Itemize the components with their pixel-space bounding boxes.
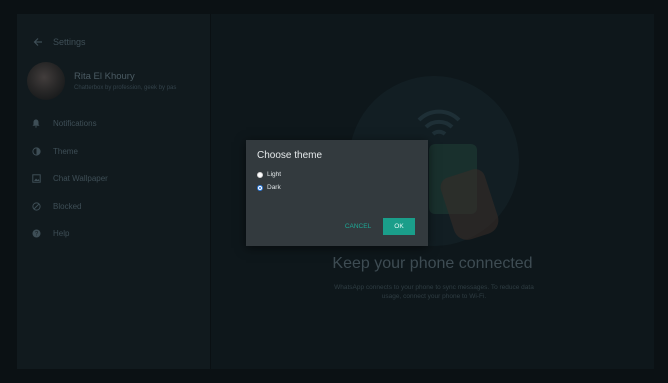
radio-dark[interactable]	[257, 184, 263, 191]
radio-label-light: Light	[267, 171, 282, 178]
cancel-button[interactable]: CANCEL	[342, 219, 374, 234]
ok-button[interactable]: OK	[383, 218, 415, 235]
radio-light[interactable]	[257, 171, 263, 178]
theme-option-dark[interactable]: Dark	[257, 184, 281, 191]
theme-option-light[interactable]: Light	[257, 171, 281, 178]
radio-label-dark: Dark	[267, 184, 281, 191]
choose-theme-dialog: Choose theme Light Dark CANCEL OK	[246, 140, 428, 246]
dialog-title: Choose theme	[257, 150, 323, 161]
